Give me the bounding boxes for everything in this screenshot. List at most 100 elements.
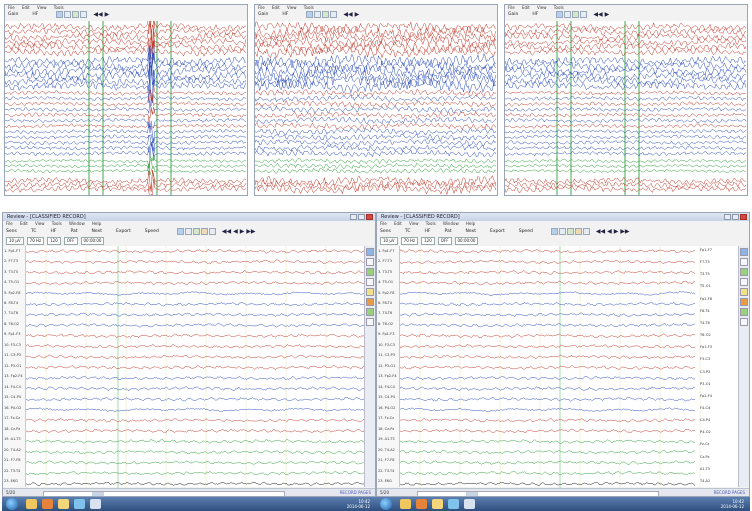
folder-icon[interactable] bbox=[366, 288, 374, 296]
channel-label[interactable]: 4. T5-O1 bbox=[4, 280, 19, 284]
eeg-trace-area[interactable] bbox=[5, 21, 247, 195]
eeg-trace-area[interactable] bbox=[26, 246, 366, 489]
channel-label[interactable]: 7. T4-T6 bbox=[378, 311, 392, 315]
menu-edit[interactable]: Edit bbox=[20, 221, 28, 226]
video-icon[interactable] bbox=[366, 308, 374, 316]
media-icon[interactable] bbox=[416, 499, 427, 509]
rewind-icon[interactable]: ◀◀ bbox=[93, 10, 102, 19]
forward-icon[interactable]: ▶ bbox=[614, 227, 619, 236]
start-button[interactable] bbox=[380, 498, 392, 510]
filter-icon[interactable] bbox=[366, 268, 374, 276]
note-icon[interactable] bbox=[200, 228, 208, 235]
marker-icon[interactable] bbox=[322, 11, 330, 18]
sensitivity-select[interactable]: 10 µV bbox=[6, 236, 24, 245]
note-icon[interactable] bbox=[574, 228, 582, 235]
menu-view[interactable]: View bbox=[409, 221, 419, 226]
layout-icon[interactable] bbox=[740, 248, 748, 256]
cursor-icon[interactable] bbox=[564, 11, 572, 18]
rewind-icon[interactable]: ◀◀ bbox=[596, 227, 605, 236]
channel-label[interactable]: 15. C4-P4 bbox=[378, 395, 395, 399]
event-icon[interactable] bbox=[366, 298, 374, 306]
channel-label[interactable]: 14. F4-C4 bbox=[378, 385, 395, 389]
sensitivity-select[interactable]: 10 µV bbox=[380, 236, 398, 245]
menu-window[interactable]: Window bbox=[69, 221, 85, 226]
channel-label[interactable]: 13. Fp2-F4 bbox=[378, 374, 397, 378]
menu-tools[interactable]: Tools bbox=[52, 221, 62, 226]
print-icon[interactable] bbox=[330, 11, 338, 18]
channel-label[interactable]: 12. P3-O1 bbox=[378, 364, 395, 368]
marker-icon[interactable] bbox=[572, 11, 580, 18]
channel-label[interactable]: 1. Fp1-F7 bbox=[378, 249, 394, 253]
minimize-button[interactable] bbox=[350, 214, 357, 220]
close-button[interactable] bbox=[740, 214, 747, 220]
channel-label[interactable]: 8. T6-O2 bbox=[4, 322, 19, 326]
zoom-icon[interactable] bbox=[556, 11, 564, 18]
folder-icon[interactable] bbox=[740, 288, 748, 296]
time-field[interactable]: 00:00:00 bbox=[454, 236, 479, 245]
rewind-icon[interactable]: ◀◀ bbox=[593, 10, 602, 19]
marker-icon[interactable] bbox=[192, 228, 200, 235]
channel-label[interactable]: 12. P3-O1 bbox=[4, 364, 21, 368]
channel-label[interactable]: 2. F7-T3 bbox=[4, 259, 18, 263]
channel-label[interactable]: 22. T3-T4 bbox=[378, 469, 394, 473]
notch-select[interactable]: OFF bbox=[437, 236, 452, 245]
settings-icon[interactable] bbox=[366, 318, 374, 326]
zoom-icon[interactable] bbox=[176, 228, 184, 235]
cursor-icon[interactable] bbox=[314, 11, 322, 18]
app-icon[interactable] bbox=[74, 499, 85, 509]
zoom-icon[interactable] bbox=[56, 11, 64, 18]
channel-label[interactable]: 6. F8-T4 bbox=[378, 301, 392, 305]
print-icon[interactable] bbox=[582, 228, 590, 235]
channel-label[interactable]: 4. T5-O1 bbox=[378, 280, 393, 284]
eeg-app-icon[interactable] bbox=[464, 499, 475, 509]
print-icon[interactable] bbox=[208, 228, 216, 235]
channel-label[interactable]: 6. F8-T4 bbox=[4, 301, 18, 305]
channel-label[interactable]: 5. Fp2-F8 bbox=[378, 291, 394, 295]
cursor-icon[interactable] bbox=[184, 228, 192, 235]
channel-label[interactable]: 3. T3-T5 bbox=[4, 270, 18, 274]
channel-label[interactable]: 10. F3-C3 bbox=[378, 343, 395, 347]
channel-label[interactable]: 19. A1-T3 bbox=[378, 437, 395, 441]
menu-view[interactable]: View bbox=[35, 221, 45, 226]
menu-file[interactable]: File bbox=[6, 221, 13, 226]
channel-label[interactable]: 9. Fp1-F3 bbox=[4, 332, 20, 336]
eeg-trace-area[interactable]: Fp1-F7 F7-T3 T3-T5 T5-O1 Fp2-F8 F8-T4 T4-T6 T6-… bbox=[400, 246, 738, 489]
channel-label[interactable]: 18. Cz-Pz bbox=[378, 427, 394, 431]
channel-label[interactable]: 22. T3-T4 bbox=[4, 469, 20, 473]
back-icon[interactable]: ◀ bbox=[233, 227, 238, 236]
measure-icon[interactable] bbox=[740, 278, 748, 286]
eeg-app-icon[interactable] bbox=[90, 499, 101, 509]
menu-edit[interactable]: Edit bbox=[394, 221, 402, 226]
layout-icon[interactable] bbox=[366, 248, 374, 256]
notch-select[interactable]: OFF bbox=[63, 236, 78, 245]
maximize-button[interactable] bbox=[732, 214, 739, 220]
grid-icon[interactable] bbox=[740, 258, 748, 266]
channel-label[interactable]: 20. T4-A2 bbox=[378, 448, 395, 452]
rewind-icon[interactable]: ◀◀ bbox=[222, 227, 231, 236]
rewind-icon[interactable]: ◀◀ bbox=[343, 10, 352, 19]
channel-label[interactable]: 2. F7-T3 bbox=[378, 259, 392, 263]
channel-label[interactable]: 15. C4-P4 bbox=[4, 395, 21, 399]
menu-window[interactable]: Window bbox=[443, 221, 459, 226]
measure-icon[interactable] bbox=[366, 278, 374, 286]
zoom-icon[interactable] bbox=[306, 11, 314, 18]
channel-label[interactable]: 19. A1-T3 bbox=[4, 437, 21, 441]
back-icon[interactable]: ◀ bbox=[607, 227, 612, 236]
hf-select[interactable]: 70 Hz bbox=[26, 236, 45, 245]
explorer-icon[interactable] bbox=[26, 499, 37, 509]
channel-label[interactable]: 7. T4-T6 bbox=[4, 311, 18, 315]
channel-label[interactable]: 14. F4-C4 bbox=[4, 385, 21, 389]
marker-icon[interactable] bbox=[72, 11, 80, 18]
folder-icon[interactable] bbox=[432, 499, 443, 509]
channel-label[interactable]: 5. Fp2-F8 bbox=[4, 291, 20, 295]
channel-label[interactable]: 11. C3-P3 bbox=[4, 353, 21, 357]
event-icon[interactable] bbox=[740, 298, 748, 306]
play-icon[interactable]: ▶ bbox=[105, 10, 110, 19]
time-field[interactable]: 00:00:00 bbox=[80, 236, 105, 245]
channel-label[interactable]: 20. T4-A2 bbox=[4, 448, 21, 452]
print-icon[interactable] bbox=[580, 11, 588, 18]
cursor-icon[interactable] bbox=[64, 11, 72, 18]
menu-help[interactable]: Help bbox=[92, 221, 101, 226]
eeg-trace-area[interactable] bbox=[255, 21, 497, 195]
menu-file[interactable]: File bbox=[380, 221, 387, 226]
